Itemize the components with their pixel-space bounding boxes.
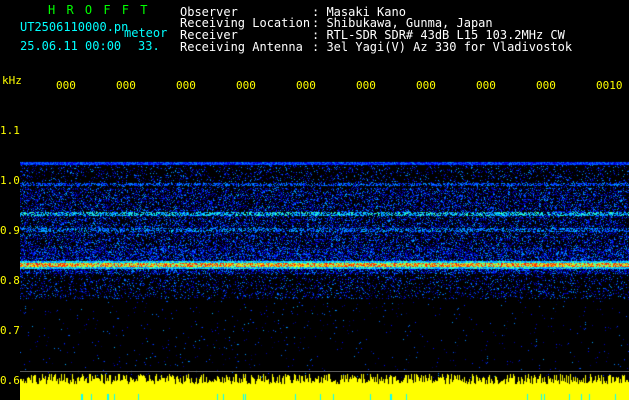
x-tick-7: 000: [416, 79, 436, 92]
y-axis-unit: kHz: [2, 74, 22, 87]
signal-level-bars: [20, 372, 629, 400]
echo-count: 33.: [138, 39, 160, 53]
y-tick-1-0: 1.0: [0, 174, 20, 187]
spectrogram-waterfall: [20, 98, 629, 378]
x-tick-6: 000: [356, 79, 376, 92]
y-tick-0-7: 0.7: [0, 324, 20, 337]
x-tick-9: 000: [536, 79, 556, 92]
file-name: UT2506110000.pn: [20, 20, 129, 34]
y-tick-0-8: 0.8: [0, 274, 20, 287]
x-tick-8: 000: [476, 79, 496, 92]
info-label-antenna: Receiving Antenna: [180, 40, 303, 54]
y-tick-1-1: 1.1: [0, 124, 20, 137]
hrofft-logo: H R O F F T: [48, 3, 150, 17]
x-tick-10: 0010: [596, 79, 623, 92]
y-tick-0-9: 0.9: [0, 224, 20, 237]
x-tick-5: 000: [296, 79, 316, 92]
x-tick-3: 000: [176, 79, 196, 92]
x-tick-4: 000: [236, 79, 256, 92]
x-tick-1: 000: [56, 79, 76, 92]
y-tick-0-6: 0.6: [0, 374, 20, 387]
info-value-antenna: : 3el Yagi(V) Az 330 for Vladivostok: [312, 40, 573, 54]
datetime: 25.06.11 00:00: [20, 39, 122, 53]
meteor-label: meteor: [124, 26, 168, 40]
x-tick-2: 000: [116, 79, 136, 92]
